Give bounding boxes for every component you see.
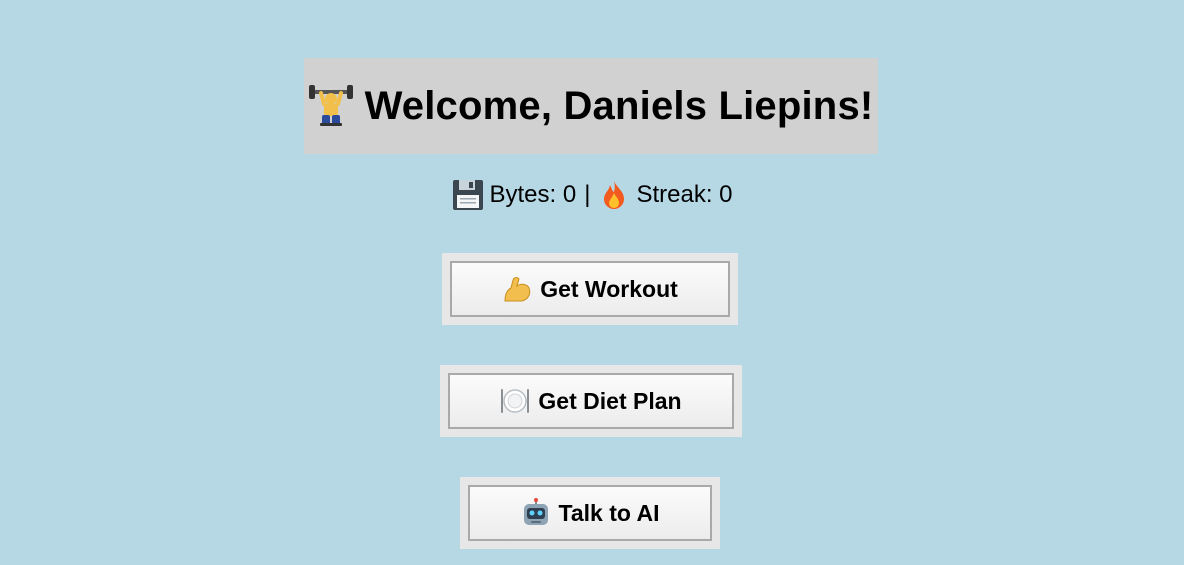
streak-count: Streak: 0 [636,181,733,208]
get-workout-label: Get Workout [540,275,678,302]
get-workout-frame: Get Workout [442,253,738,325]
welcome-header: Welcome, Daniels Liepins! [304,58,878,154]
get-diet-plan-label: Get Diet Plan [538,387,682,414]
get-diet-plan-frame: Get Diet Plan [440,365,742,437]
talk-to-ai-frame: Talk to AI [460,477,720,549]
floppy-disk-icon [452,179,484,211]
weightlifter-icon [308,84,353,128]
get-diet-plan-button[interactable]: Get Diet Plan [448,373,734,429]
robot-icon [521,498,551,528]
stats-bar: Bytes: 0 | Streak: 0 [0,176,1184,214]
flexed-biceps-icon [502,274,532,304]
plate-cutlery-icon [500,386,530,416]
get-workout-button[interactable]: Get Workout [450,261,730,317]
page-title: Welcome, Daniels Liepins! [364,83,874,128]
stats-separator: | [584,181,591,208]
talk-to-ai-button[interactable]: Talk to AI [468,485,712,541]
fire-icon [598,179,630,211]
bytes-count: Bytes: 0 [489,181,577,208]
talk-to-ai-label: Talk to AI [558,499,660,526]
